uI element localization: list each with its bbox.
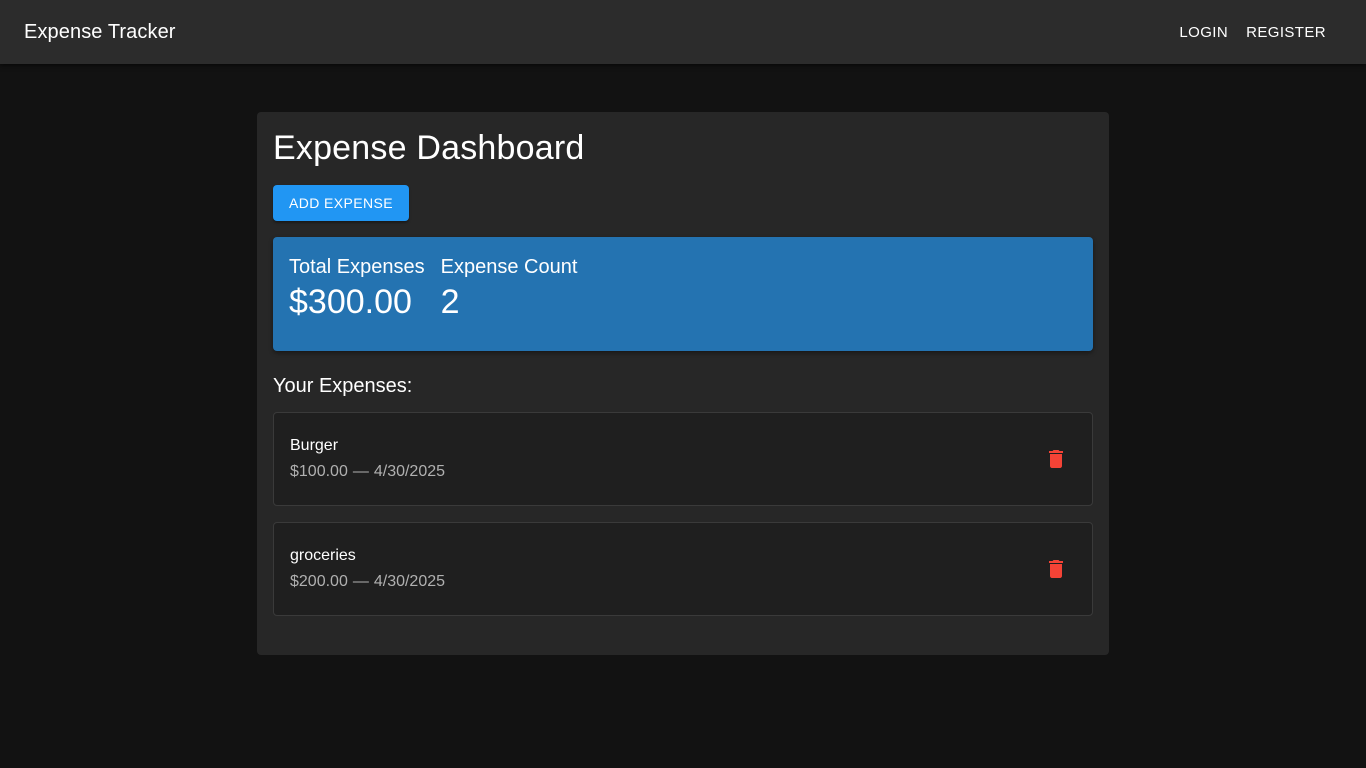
expense-name: Burger bbox=[290, 436, 339, 454]
expense-name: groceries bbox=[290, 546, 356, 564]
delete-expense-button[interactable] bbox=[1036, 549, 1076, 589]
login-button[interactable]: Login bbox=[1171, 18, 1236, 47]
meta-separator: — bbox=[352, 572, 369, 590]
total-expenses-label: Total Expenses bbox=[289, 255, 425, 278]
summary-card: Total Expenses $300.00 Expense Count 2 bbox=[273, 236, 1093, 351]
app-bar: Expense Tracker Login Register bbox=[0, 0, 1366, 64]
expense-count-label: Expense Count bbox=[440, 255, 578, 278]
total-expenses-value: $300.00 bbox=[289, 282, 412, 321]
expenses-section-title: Your Expenses: bbox=[273, 374, 413, 397]
expense-list: Burger $100.00—4/30/2025 groceries $200.… bbox=[273, 411, 1093, 616]
trash-icon bbox=[1049, 449, 1063, 468]
trash-icon bbox=[1049, 559, 1063, 578]
add-expense-button[interactable]: Add Expense bbox=[273, 184, 409, 221]
total-expenses-stat: Total Expenses $300.00 bbox=[289, 256, 425, 332]
delete-expense-button[interactable] bbox=[1036, 439, 1076, 479]
expense-meta: $200.00—4/30/2025 bbox=[290, 571, 445, 593]
expense-count-value: 2 bbox=[440, 282, 460, 321]
register-button[interactable]: Register bbox=[1238, 18, 1334, 47]
dashboard-panel: Expense Dashboard Add Expense Total Expe… bbox=[257, 112, 1109, 655]
expense-info: groceries $200.00—4/30/2025 bbox=[290, 545, 445, 593]
list-item: groceries $200.00—4/30/2025 bbox=[273, 521, 1093, 616]
meta-separator: — bbox=[352, 462, 369, 480]
list-item: Burger $100.00—4/30/2025 bbox=[273, 411, 1093, 506]
expense-date: 4/30/2025 bbox=[373, 462, 446, 480]
expense-amount: $200.00 bbox=[290, 572, 348, 590]
app-title: Expense Tracker bbox=[24, 20, 176, 43]
expense-info: Burger $100.00—4/30/2025 bbox=[290, 435, 445, 483]
expense-count-stat: Expense Count 2 bbox=[441, 256, 578, 332]
top-nav: Login Register bbox=[1171, 18, 1334, 47]
page-title: Expense Dashboard bbox=[273, 129, 585, 167]
expense-meta: $100.00—4/30/2025 bbox=[290, 461, 445, 483]
expense-amount: $100.00 bbox=[290, 462, 348, 480]
expense-date: 4/30/2025 bbox=[373, 572, 446, 590]
